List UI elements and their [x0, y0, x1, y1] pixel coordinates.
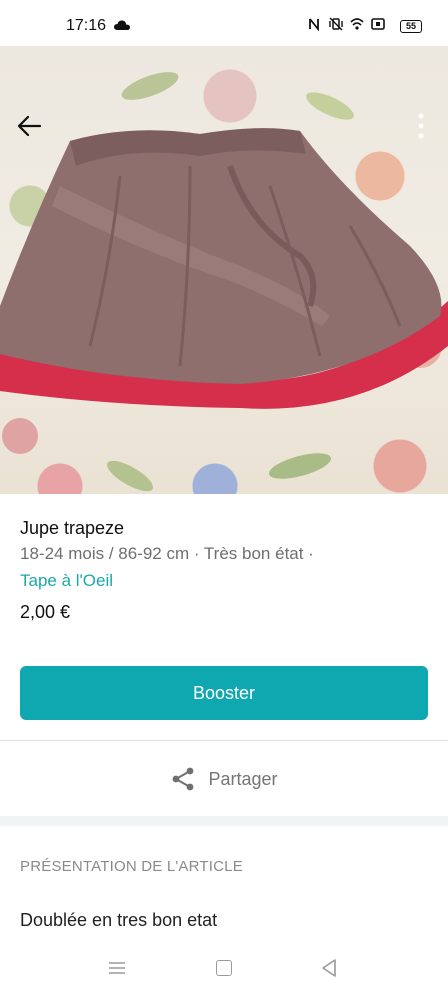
wifi-icon: [350, 18, 364, 30]
item-size-condition: 18-24 mois / 86-92 cm · Très bon état ·: [20, 544, 314, 563]
nfc-icon: [309, 18, 319, 31]
divider: [0, 740, 448, 741]
item-title: Jupe trapeze: [20, 518, 125, 538]
back-arrow-icon[interactable]: [16, 114, 44, 138]
cloud-icon: [114, 20, 130, 30]
status-bar: 17:16 55: [0, 0, 448, 46]
item-price: 2,00 €: [20, 602, 71, 622]
boost-button[interactable]: Booster: [20, 666, 428, 720]
skirt-image: [0, 72, 448, 492]
home-icon[interactable]: [216, 960, 232, 976]
system-nav-bar: [0, 944, 448, 995]
share-label: Partager: [208, 768, 278, 789]
battery-icon: 55: [400, 20, 422, 33]
vibrate-icon: [329, 17, 343, 31]
description-section-header: PRÉSENTATION DE L'ARTICLE: [20, 858, 243, 875]
product-photo[interactable]: [0, 46, 448, 494]
share-icon: [173, 767, 194, 791]
recent-apps-icon[interactable]: [108, 960, 126, 976]
status-time: 17:16: [66, 17, 107, 34]
cast-icon: [371, 18, 385, 30]
item-brand-link[interactable]: Tape à l'Oeil: [20, 571, 113, 591]
section-separator: [0, 816, 448, 826]
more-vertical-icon[interactable]: [418, 112, 424, 140]
item-description: Doublée en tres bon etat: [20, 910, 218, 930]
nav-back-icon[interactable]: [320, 958, 338, 978]
share-button[interactable]: Partager: [0, 742, 448, 816]
